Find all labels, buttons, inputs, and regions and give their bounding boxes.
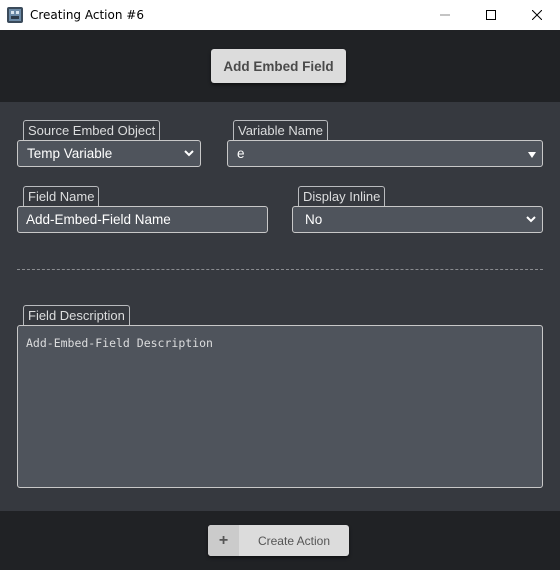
close-button[interactable]	[514, 0, 560, 30]
action-header: Add Embed Field	[0, 30, 560, 102]
display-inline-select[interactable]: No	[292, 206, 543, 233]
field-name-value: Add-Embed-Field Name	[26, 212, 171, 227]
close-icon	[532, 10, 542, 20]
dropdown-arrow-icon	[528, 152, 536, 158]
chevron-down-icon	[526, 216, 536, 223]
app-icon	[7, 7, 23, 23]
minimize-icon	[440, 14, 450, 16]
create-action-button[interactable]: + Create Action	[208, 525, 349, 556]
source-embed-object-select[interactable]: Temp Variable	[17, 140, 201, 167]
form-panel: Source Embed Object Temp Variable Variab…	[0, 102, 560, 511]
variable-name-label: Variable Name	[233, 120, 329, 140]
field-name-label: Field Name	[23, 186, 100, 206]
section-divider	[17, 269, 543, 270]
add-embed-field-button[interactable]: Add Embed Field	[211, 49, 346, 83]
field-description-value: Add-Embed-Field Description	[26, 336, 213, 350]
source-embed-object-label: Source Embed Object	[23, 120, 161, 140]
display-inline-value: No	[305, 212, 323, 227]
display-inline-label: Display Inline	[298, 186, 386, 206]
field-name-input[interactable]: Add-Embed-Field Name	[17, 206, 268, 233]
maximize-button[interactable]	[468, 0, 514, 30]
variable-name-value: e	[237, 146, 245, 161]
maximize-icon	[486, 10, 496, 20]
variable-name-combo[interactable]: e	[227, 140, 543, 167]
plus-icon: +	[208, 525, 239, 556]
title-bar: Creating Action #6	[0, 0, 560, 30]
source-embed-object-value: Temp Variable	[27, 146, 113, 161]
field-description-textarea[interactable]: Add-Embed-Field Description	[17, 325, 543, 488]
minimize-button[interactable]	[422, 0, 468, 30]
window-title: Creating Action #6	[30, 8, 144, 22]
create-action-label: Create Action	[257, 533, 331, 548]
action-footer: + Create Action	[0, 511, 560, 570]
field-description-label: Field Description	[23, 305, 130, 325]
chevron-down-icon	[184, 150, 194, 157]
